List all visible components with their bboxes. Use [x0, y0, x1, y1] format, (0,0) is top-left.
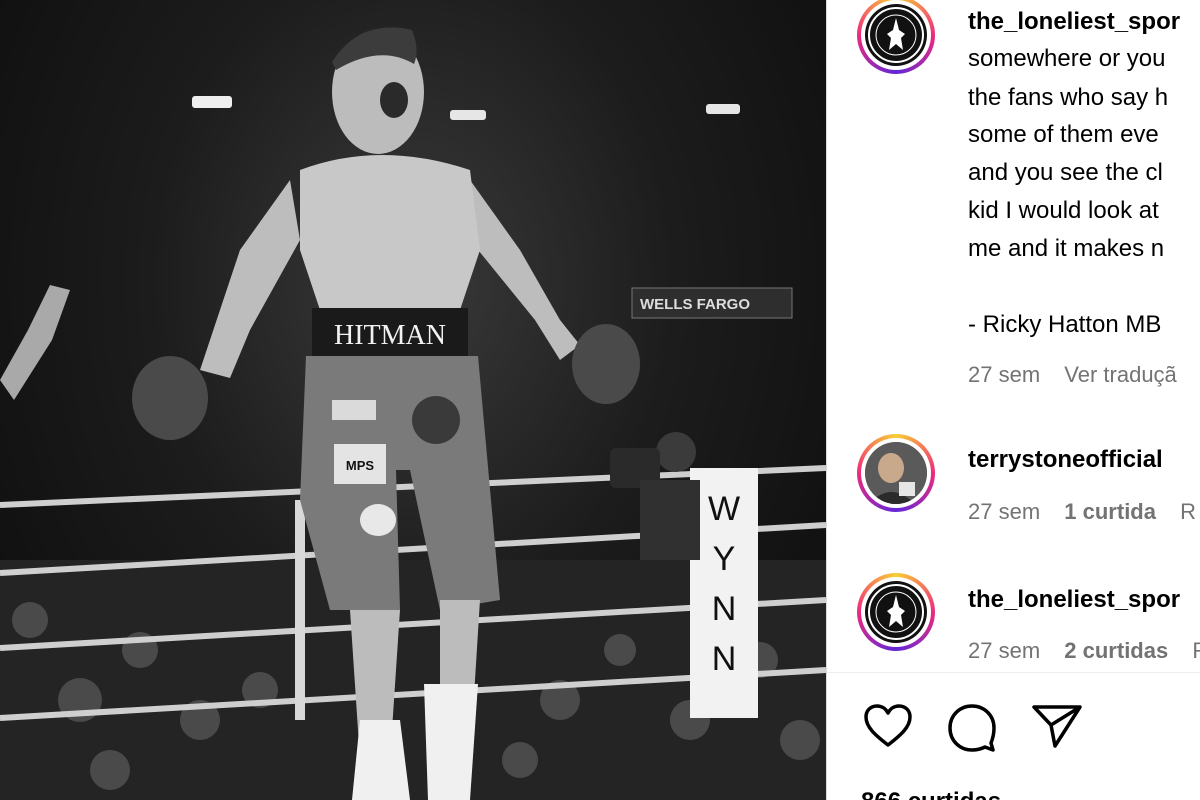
send-icon[interactable] [1031, 703, 1083, 754]
comment-username[interactable]: terrystoneofficial [968, 446, 1163, 474]
comment-likes[interactable]: 1 curtida [1064, 499, 1156, 524]
caption-line: me and it makes n [968, 235, 1165, 262]
boxing-logo-icon [865, 581, 927, 643]
caption-line: the fans who say h [968, 84, 1169, 111]
translate-link[interactable]: Ver traduçã [1064, 362, 1177, 387]
actions-divider [827, 672, 1200, 673]
comment-likes[interactable]: 2 curtidas [1064, 638, 1168, 663]
corner-post-letter: N [712, 640, 737, 678]
heart-icon[interactable] [863, 703, 913, 754]
comment-icon[interactable] [947, 703, 997, 758]
caption-signature: - Ricky Hatton MB [968, 311, 1162, 338]
ring-post [295, 500, 305, 720]
caption-avatar[interactable] [857, 0, 935, 74]
reply-link[interactable]: R [1192, 638, 1200, 663]
reply-link[interactable]: R [1180, 499, 1196, 524]
shorts-badge-text: MPS [346, 458, 375, 473]
cameraman-head [656, 432, 696, 472]
comment-meta: 27 sem 2 curtidas R [968, 638, 1200, 664]
comment-time[interactable]: 27 sem [968, 499, 1040, 524]
comment-avatar[interactable] [857, 434, 935, 512]
caption-line: some of them eve [968, 121, 1159, 148]
caption-line: somewhere or you [968, 45, 1166, 72]
post-photo[interactable]: WELLS FARGO W Y N N HITMAN MPS [0, 0, 826, 800]
comment-time[interactable]: 27 sem [968, 638, 1040, 663]
comments-panel[interactable]: the_loneliest_spor somewhere or you the … [827, 0, 1200, 800]
comment-meta: 27 sem 1 curtida R [968, 499, 1200, 525]
boxer-photo-illustration: WELLS FARGO W Y N N HITMAN MPS [0, 27, 826, 800]
referee-arm [0, 285, 70, 400]
arena-light [450, 110, 486, 120]
comment-username[interactable]: the_loneliest_spor [968, 586, 1180, 614]
caption-username[interactable]: the_loneliest_spor [968, 8, 1180, 36]
cameraman-body [640, 480, 700, 560]
arena-light [192, 96, 232, 108]
corner-post-letter: Y [713, 540, 736, 578]
caption-time[interactable]: 27 sem [968, 362, 1040, 387]
caption-line: and you see the cl [968, 159, 1163, 186]
corner-post-letter: W [708, 490, 740, 528]
user-photo-icon [865, 442, 927, 504]
likes-count[interactable]: 866 curtidas [861, 788, 1001, 800]
corner-post-letter: N [712, 590, 737, 628]
caption-meta: 27 sem Ver traduçã [968, 362, 1195, 388]
arena-light [706, 104, 740, 114]
boxing-logo-icon [865, 4, 927, 66]
comment-avatar[interactable] [857, 573, 935, 651]
shorts-waistband-text: HITMAN [334, 320, 446, 351]
caption-line: kid I would look at [968, 197, 1159, 224]
arena-banner-text: WELLS FARGO [640, 296, 750, 313]
